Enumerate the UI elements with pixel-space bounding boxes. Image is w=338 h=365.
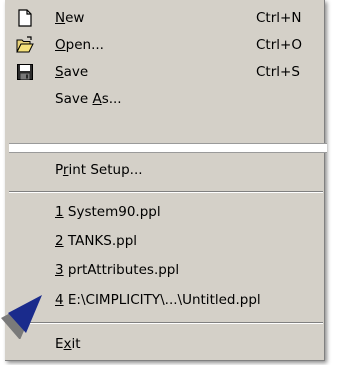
- menu-item-label: Open...: [55, 37, 104, 53]
- menu-item-label: 1 System90.ppl: [55, 204, 161, 220]
- shortcut-label: Ctrl+S: [256, 64, 300, 80]
- menu-item-save-as[interactable]: Save As...: [5, 88, 324, 110]
- open-folder-icon: [16, 36, 34, 53]
- shortcut-label: Ctrl+O: [256, 37, 302, 53]
- menu-item-label: Save As...: [55, 91, 122, 107]
- menu-item-new[interactable]: New Ctrl+N: [5, 7, 324, 29]
- menu-item-label: 2 TANKS.ppl: [55, 233, 138, 249]
- menu-item-recent-4[interactable]: 4 E:\CIMPLICITY\...\Untitled.ppl: [5, 289, 324, 311]
- menu-item-label: Print Setup...: [55, 162, 143, 178]
- menu-item-label: Save: [55, 64, 89, 80]
- menu-item-print-setup[interactable]: Print Setup...: [5, 159, 324, 181]
- new-document-icon: [18, 9, 32, 27]
- menu-item-save[interactable]: Save Ctrl+S: [5, 61, 324, 83]
- menu-item-exit[interactable]: Exit: [5, 333, 324, 355]
- menu-item-label: 4 E:\CIMPLICITY\...\Untitled.ppl: [55, 292, 261, 308]
- pointer-arrow-icon: [1, 295, 42, 339]
- menu-separator: [9, 191, 323, 193]
- menu-item-open[interactable]: Open... Ctrl+O: [5, 34, 324, 56]
- menu-item-recent-1[interactable]: 1 System90.ppl: [5, 201, 324, 223]
- menu-gap: [9, 143, 327, 153]
- file-menu: New Ctrl+N Open... Ctrl+O Save Ctrl+S Sa…: [5, 0, 327, 361]
- menu-item-label: New: [55, 10, 85, 26]
- menu-separator: [9, 322, 323, 324]
- menu-item-recent-3[interactable]: 3 prtAttributes.ppl: [5, 259, 324, 281]
- menu-item-label: 3 prtAttributes.ppl: [55, 262, 180, 278]
- menu-item-label: Exit: [55, 336, 81, 352]
- shortcut-label: Ctrl+N: [256, 10, 302, 26]
- menu-item-recent-2[interactable]: 2 TANKS.ppl: [5, 230, 324, 252]
- floppy-disk-icon: [17, 64, 33, 80]
